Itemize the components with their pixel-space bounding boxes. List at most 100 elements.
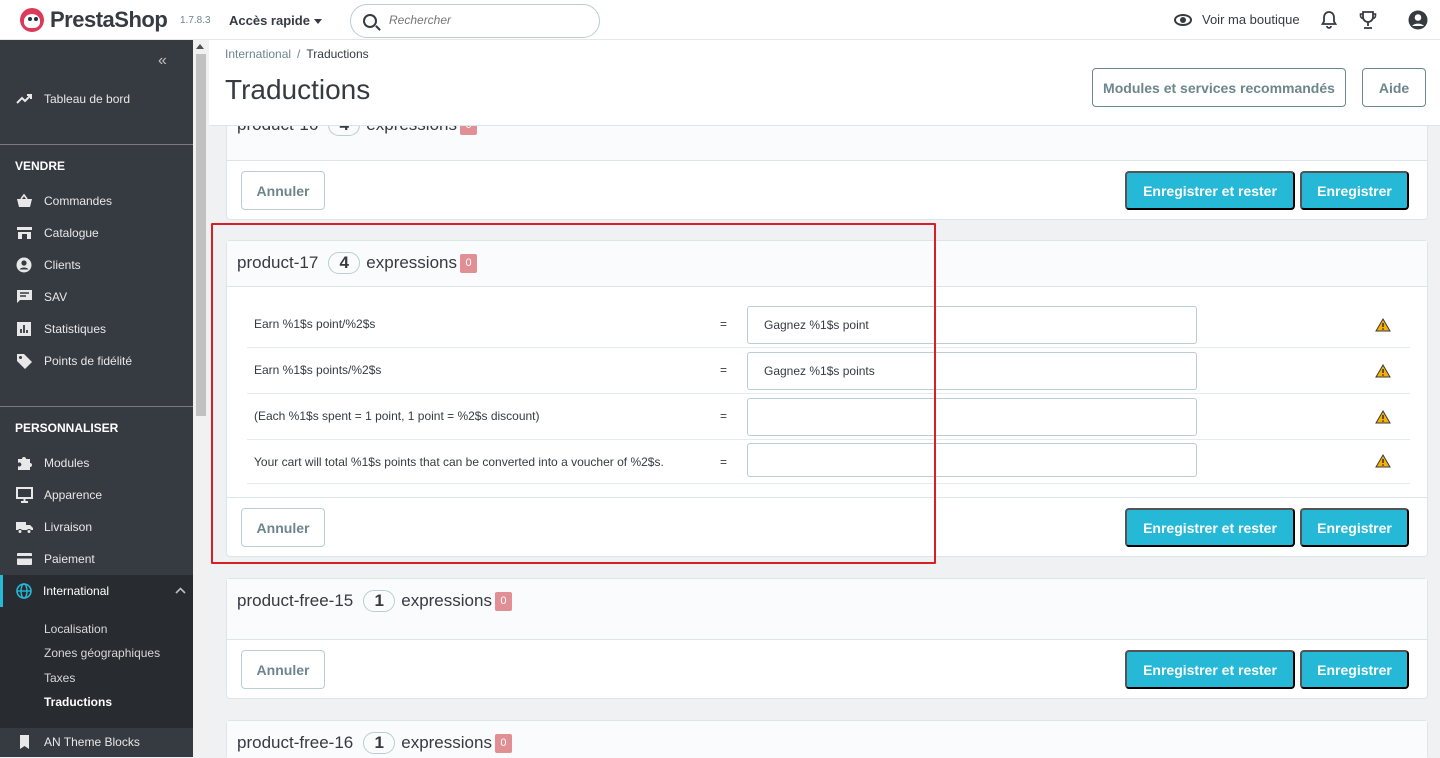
card-title[interactable]: product-free-15 1 expressions 0 — [237, 590, 512, 612]
sidebar-divider — [0, 406, 193, 407]
translation-row: Your cart will total %1$s points that ca… — [247, 440, 1410, 484]
expressions-label: expressions — [401, 591, 492, 610]
chat-icon — [17, 290, 32, 303]
sidebar-item-label: Points de fidélité — [44, 354, 133, 368]
translation-input[interactable] — [747, 306, 1197, 344]
cancel-button[interactable]: Annuler — [241, 650, 325, 689]
translation-row: Earn %1$s point/%2$s = — [247, 302, 1410, 348]
scroll-up-icon[interactable] — [196, 44, 204, 49]
search-input[interactable] — [389, 13, 589, 27]
view-shop-label: Voir ma boutique — [1202, 12, 1300, 27]
truck-icon — [16, 522, 33, 534]
sidebar-item-orders[interactable]: Commandes — [0, 185, 193, 217]
sidebar-item-stats[interactable]: Statistiques — [0, 313, 193, 345]
sidebar-item-label: Livraison — [44, 520, 93, 534]
sidebar-item-label: Commandes — [44, 194, 113, 208]
sidebar-item-label: Modules — [44, 456, 90, 470]
cancel-button[interactable]: Annuler — [241, 171, 325, 210]
quick-access-dropdown[interactable]: Accès rapide — [229, 13, 322, 28]
trending-up-icon — [16, 94, 32, 104]
submenu-item-translations[interactable]: Traductions — [44, 695, 112, 709]
save-and-stay-button[interactable]: Enregistrer et rester — [1125, 650, 1295, 689]
desktop-icon — [16, 487, 33, 503]
card-footer-divider — [227, 497, 1427, 498]
breadcrumb-international[interactable]: International — [225, 47, 291, 61]
bookmark-icon — [20, 735, 29, 749]
source-string: Your cart will total %1$s points that ca… — [254, 455, 664, 469]
tag-icon — [17, 354, 32, 369]
cancel-button[interactable]: Annuler — [241, 508, 325, 547]
page-scrollbar[interactable] — [193, 40, 209, 757]
translation-input[interactable] — [747, 352, 1197, 390]
help-button[interactable]: Aide — [1362, 68, 1426, 107]
card-title[interactable]: product-17 4 expressions 0 — [237, 252, 477, 274]
expressions-label: expressions — [401, 733, 492, 752]
card-title[interactable]: product-free-16 1 expressions 0 — [237, 732, 512, 754]
prestashop-logo[interactable]: PrestaShop — [20, 7, 168, 33]
sidebar: « Tableau de bord VENDRE Commandes Catal… — [0, 40, 193, 757]
warning-icon — [1375, 410, 1391, 424]
sidebar-item-payment[interactable]: Paiement — [0, 543, 193, 575]
translation-card-product-free-15: product-free-15 1 expressions 0 Annuler … — [226, 578, 1428, 699]
sidebar-item-customers[interactable]: Clients — [0, 249, 193, 281]
save-and-stay-button[interactable]: Enregistrer et rester — [1125, 171, 1295, 210]
save-and-stay-button[interactable]: Enregistrer et rester — [1125, 508, 1295, 547]
trophy-icon[interactable] — [1359, 10, 1377, 30]
sidebar-item-support[interactable]: SAV — [0, 281, 193, 313]
scrollbar-thumb[interactable] — [196, 54, 206, 416]
page-title: Traductions — [225, 74, 371, 105]
translation-input[interactable] — [747, 443, 1197, 477]
section-sell: VENDRE — [15, 159, 66, 173]
submenu-item-zones[interactable]: Zones géographiques — [44, 646, 160, 660]
card-header: product-free-16 1 expressions 0 — [227, 721, 1427, 758]
sidebar-item-catalog[interactable]: Catalogue — [0, 217, 193, 249]
source-string: (Each %1$s spent = 1 point, 1 point = %2… — [254, 409, 540, 423]
top-bar: PrestaShop 1.7.8.3 Accès rapide Voir ma … — [0, 0, 1440, 40]
sidebar-item-label: Paiement — [44, 552, 95, 566]
bell-icon[interactable] — [1321, 11, 1337, 29]
eye-icon — [1174, 13, 1192, 26]
sidebar-item-label: Tableau de bord — [44, 92, 131, 106]
search-icon[interactable] — [363, 14, 377, 28]
sidebar-item-label: AN Theme Blocks — [44, 735, 140, 749]
equals-sign: = — [720, 363, 728, 377]
submenu-item-taxes[interactable]: Taxes — [44, 671, 75, 685]
warning-icon — [1375, 454, 1391, 468]
sidebar-item-label: International — [43, 584, 110, 598]
sidebar-item-dashboard[interactable]: Tableau de bord — [0, 83, 193, 115]
missing-count-badge: 0 — [494, 591, 512, 611]
save-button[interactable]: Enregistrer — [1300, 508, 1409, 547]
shopping-basket-icon — [17, 193, 32, 207]
card-header: product-free-15 1 expressions 0 — [227, 579, 1427, 640]
equals-sign: = — [720, 409, 728, 423]
user-account-icon[interactable] — [1408, 10, 1428, 30]
sidebar-item-theme-blocks[interactable]: AN Theme Blocks — [0, 726, 193, 758]
breadcrumb-separator: / — [297, 47, 301, 61]
logo-text: PrestaShop — [50, 7, 168, 32]
collapse-sidebar-icon[interactable]: « — [158, 52, 167, 70]
sidebar-item-appearance[interactable]: Apparence — [0, 479, 193, 511]
save-button[interactable]: Enregistrer — [1300, 171, 1409, 210]
sidebar-item-international[interactable]: International — [0, 575, 193, 607]
sidebar-item-shipping[interactable]: Livraison — [0, 511, 193, 543]
search-box[interactable] — [350, 4, 600, 38]
translation-input[interactable] — [747, 398, 1197, 436]
submenu-item-localization[interactable]: Localisation — [44, 622, 107, 636]
account-circle-icon — [16, 257, 32, 273]
card-header: product-17 4 expressions 0 — [227, 241, 1427, 287]
sidebar-item-label: Catalogue — [44, 226, 99, 240]
sidebar-item-label: Statistiques — [44, 322, 107, 336]
quick-access-label: Accès rapide — [229, 13, 310, 28]
breadcrumb-current: Traductions — [306, 47, 369, 61]
bar-chart-icon — [17, 322, 31, 336]
save-button[interactable]: Enregistrer — [1300, 650, 1409, 689]
warning-icon — [1375, 364, 1391, 378]
equals-sign: = — [720, 455, 728, 469]
sidebar-item-loyalty[interactable]: Points de fidélité — [0, 345, 193, 377]
sidebar-divider — [0, 144, 193, 145]
chevron-up-icon[interactable] — [175, 587, 186, 594]
view-shop-link[interactable]: Voir ma boutique — [1174, 12, 1300, 27]
recommended-modules-button[interactable]: Modules et services recommandés — [1092, 68, 1346, 107]
sidebar-item-modules[interactable]: Modules — [0, 447, 193, 479]
card-title-text: product-free-15 — [237, 591, 354, 610]
